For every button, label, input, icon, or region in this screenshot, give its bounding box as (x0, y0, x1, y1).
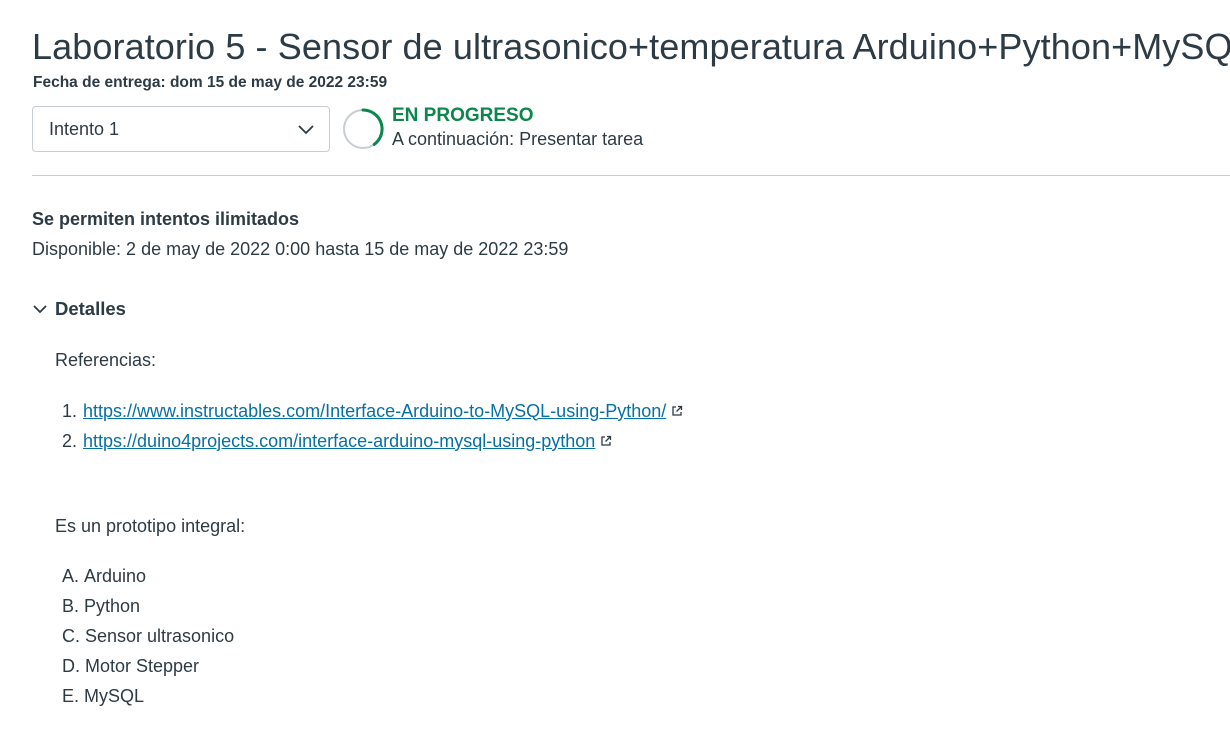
progress-ring-icon (343, 108, 384, 149)
references-list: 1. https://www.instructables.com/Interfa… (62, 396, 683, 456)
option-text: Arduino (84, 565, 147, 586)
page-title: Laboratorio 5 - Sensor de ultrasonico+te… (32, 26, 1230, 67)
option-text: Sensor ultrasonico (85, 625, 235, 646)
option-letter: C. (62, 625, 80, 646)
divider (32, 175, 1230, 176)
reference-link[interactable]: https://www.instructables.com/Interface-… (83, 401, 666, 422)
list-item: E. MySQL (62, 681, 234, 711)
attempt-select[interactable]: Intento 1 (32, 106, 330, 152)
attempt-select-value: Intento 1 (49, 118, 120, 139)
chevron-down-icon (33, 305, 47, 314)
details-toggle[interactable]: Detalles (32, 298, 126, 320)
references-label: Referencias: (55, 350, 157, 370)
list-item: D. Motor Stepper (62, 651, 234, 681)
list-item: 2. https://duino4projects.com/interface-… (62, 426, 683, 456)
external-link-icon (601, 435, 612, 446)
prototype-label: Es un prototipo integral: (55, 516, 246, 536)
option-letter: D. (62, 655, 80, 676)
list-number: 1. (62, 400, 78, 421)
external-link-icon (672, 405, 683, 416)
list-item: A. Arduino (62, 561, 234, 591)
next-step-text: A continuación: Presentar tarea (392, 129, 644, 149)
option-letter: E. (62, 685, 80, 706)
option-text: Motor Stepper (85, 655, 200, 676)
list-item: B. Python (62, 591, 234, 621)
availability-dates: Disponible: 2 de may de 2022 0:00 hasta … (32, 239, 569, 259)
option-letter: B. (62, 595, 80, 616)
list-item: C. Sensor ultrasonico (62, 621, 234, 651)
option-text: Python (84, 595, 141, 616)
list-item: 1. https://www.instructables.com/Interfa… (62, 396, 683, 426)
attempts-info: Se permiten intentos ilimitados (32, 209, 300, 229)
option-text: MySQL (84, 685, 145, 706)
status-badge: EN PROGRESO (392, 105, 534, 126)
reference-link[interactable]: https://duino4projects.com/interface-ard… (83, 431, 595, 452)
options-list: A. Arduino B. Python C. Sensor ultrasoni… (62, 561, 234, 711)
chevron-down-icon (298, 125, 314, 135)
due-date: Fecha de entrega: dom 15 de may de 2022 … (33, 74, 388, 91)
details-toggle-label: Detalles (55, 298, 126, 319)
option-letter: A. (62, 565, 80, 586)
list-number: 2. (62, 430, 78, 451)
